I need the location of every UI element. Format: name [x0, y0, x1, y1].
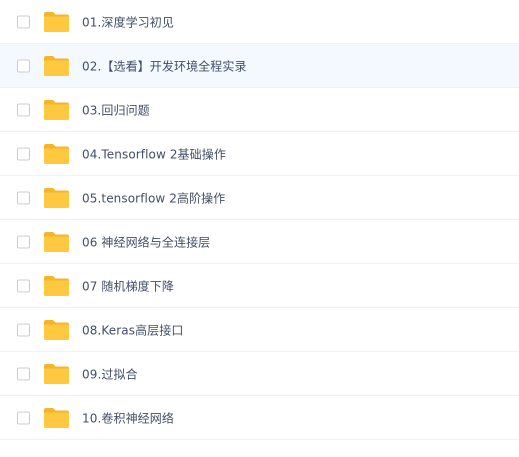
- folder-icon: [43, 99, 70, 121]
- folder-icon: [43, 275, 70, 297]
- file-name[interactable]: 10.卷积神经网络: [82, 409, 174, 426]
- row-checkbox[interactable]: [17, 367, 30, 380]
- folder-icon: [43, 11, 70, 33]
- folder-icon: [43, 363, 70, 385]
- file-name[interactable]: 09.过拟合: [82, 365, 138, 382]
- row-checkbox[interactable]: [17, 323, 30, 336]
- list-item[interactable]: 08.Keras高层接口: [0, 308, 519, 352]
- list-item[interactable]: 05.tensorflow 2高阶操作: [0, 176, 519, 220]
- file-name[interactable]: 08.Keras高层接口: [82, 321, 183, 338]
- row-checkbox[interactable]: [17, 103, 30, 116]
- list-item[interactable]: 03.回归问题: [0, 88, 519, 132]
- row-checkbox[interactable]: [17, 59, 30, 72]
- list-item[interactable]: 09.过拟合: [0, 352, 519, 396]
- folder-icon: [43, 187, 70, 209]
- list-item[interactable]: 07 随机梯度下降: [0, 264, 519, 308]
- folder-icon: [43, 231, 70, 253]
- folder-icon: [43, 407, 70, 429]
- folder-icon: [43, 319, 70, 341]
- row-checkbox[interactable]: [17, 147, 30, 160]
- file-name[interactable]: 05.tensorflow 2高阶操作: [82, 189, 225, 206]
- file-name[interactable]: 07 随机梯度下降: [82, 277, 174, 294]
- file-list: 01.深度学习初见 02.【选看】开发环境全程实录 03.回归问题 04.Ten…: [0, 0, 519, 457]
- file-name[interactable]: 01.深度学习初见: [82, 13, 174, 30]
- row-checkbox[interactable]: [17, 279, 30, 292]
- list-item[interactable]: 04.Tensorflow 2基础操作: [0, 132, 519, 176]
- folder-icon: [43, 55, 70, 77]
- file-name[interactable]: 03.回归问题: [82, 101, 150, 118]
- file-name[interactable]: 04.Tensorflow 2基础操作: [82, 145, 226, 162]
- row-checkbox[interactable]: [17, 411, 30, 424]
- file-name[interactable]: 06 神经网络与全连接层: [82, 233, 210, 250]
- list-item[interactable]: 06 神经网络与全连接层: [0, 220, 519, 264]
- list-item[interactable]: 01.深度学习初见: [0, 0, 519, 44]
- folder-icon: [43, 143, 70, 165]
- list-item[interactable]: 02.【选看】开发环境全程实录: [0, 44, 519, 88]
- file-name[interactable]: 02.【选看】开发环境全程实录: [82, 57, 247, 74]
- row-checkbox[interactable]: [17, 191, 30, 204]
- row-checkbox[interactable]: [17, 235, 30, 248]
- list-item[interactable]: 10.卷积神经网络: [0, 396, 519, 440]
- row-checkbox[interactable]: [17, 15, 30, 28]
